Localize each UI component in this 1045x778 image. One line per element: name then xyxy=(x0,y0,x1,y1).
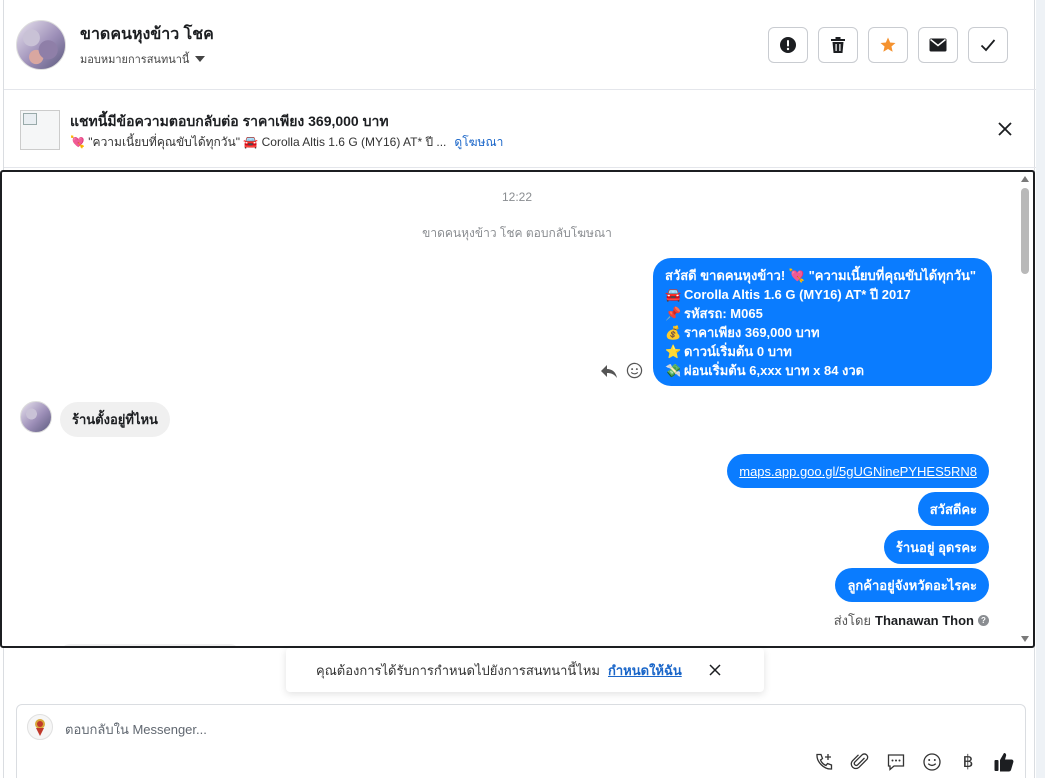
scroll-down-arrow-icon[interactable] xyxy=(1021,636,1029,642)
chat-transcript[interactable]: 12:22 ขาดคนหุงข้าว โชค ตอบกลับโฆษณา สวัส… xyxy=(0,170,1035,648)
outgoing-message-link[interactable]: maps.app.goo.gl/5gUGNinePYHES5RN8 xyxy=(727,454,989,488)
mark-done-button[interactable] xyxy=(968,27,1008,63)
message-actions xyxy=(600,362,643,379)
contact-avatar[interactable] xyxy=(16,20,66,70)
scroll-up-arrow-icon[interactable] xyxy=(1021,176,1029,182)
star-icon xyxy=(880,37,896,52)
help-icon[interactable]: ? xyxy=(978,615,989,626)
message-composer: ฿ xyxy=(16,704,1026,778)
message-line: สวัสดี ขาดคนหุงข้าว! 💘 "ความเนี้ยบที่คุณ… xyxy=(665,268,977,283)
saved-reply-icon xyxy=(887,754,905,771)
view-ad-link[interactable]: ดูโฆษณา xyxy=(454,133,503,152)
envelope-icon xyxy=(929,38,947,52)
message-line: 🚘 Corolla Altis 1.6 G (MY16) AT* ปี 2017 xyxy=(665,287,911,302)
trash-icon xyxy=(831,37,845,53)
contact-name[interactable]: ขาดคนหุงข้าว โชค xyxy=(80,22,214,47)
assign-dropdown[interactable]: มอบหมายการสนทนานี้ xyxy=(80,50,206,68)
outgoing-message[interactable]: ร้านอยู่ อุดรคะ xyxy=(883,530,989,564)
ad-subtitle-row: 💘 "ความเนี้ยบที่คุณขับได้ทุกวัน" 🚘 Corol… xyxy=(70,133,503,152)
close-ad-button[interactable] xyxy=(996,120,1014,138)
reply-icon[interactable] xyxy=(600,363,618,379)
message-line: ⭐ ดาวน์เริ่มต้น 0 บาท xyxy=(665,344,792,359)
ad-banner: แชทนี้มีข้อความตอบกลับต่อ ราคาเพียง 369,… xyxy=(4,90,1036,168)
star-button[interactable] xyxy=(868,27,908,63)
assign-prompt: คุณต้องการได้รับการกำหนดไปยังการสนทนานี้… xyxy=(286,648,764,692)
message-line: 📌 รหัสรถ: M065 xyxy=(665,306,763,321)
saved-reply-button[interactable] xyxy=(885,751,907,773)
reply-input[interactable] xyxy=(65,720,765,738)
sender-avatar xyxy=(20,401,52,433)
ad-subtitle: 💘 "ความเนี้ยบที่คุณขับได้ทุกวัน" 🚘 Corol… xyxy=(70,135,447,149)
assign-to-me-link[interactable]: กำหนดให้ฉัน xyxy=(608,660,682,681)
react-emoji-icon[interactable] xyxy=(626,362,643,379)
conversation-header: ขาดคนหุงข้าว โชค มอบหมายการสนทนานี้ xyxy=(4,0,1036,90)
assign-prompt-text: คุณต้องการได้รับการกำหนดไปยังการสนทนานี้… xyxy=(316,662,600,678)
message-timestamp: 12:22 xyxy=(501,190,533,204)
baht-icon: ฿ xyxy=(962,752,974,771)
close-icon xyxy=(709,664,721,676)
message-line: 💸 ผ่อนเริ่มต้น 6,xxx บาท x 84 งวด xyxy=(665,363,865,378)
message-line: 💰 ราคาเพียง 369,000 บาท xyxy=(665,325,820,340)
system-message: ขาดคนหุงข้าว โชค ตอบกลับโฆษณา xyxy=(422,226,612,240)
call-add-button[interactable] xyxy=(813,751,835,773)
header-actions xyxy=(768,27,1008,63)
scroll-thumb[interactable] xyxy=(1021,188,1029,274)
page-logo-icon xyxy=(35,719,45,736)
composer-tools: ฿ xyxy=(813,751,1015,773)
thumbs-up-icon xyxy=(994,753,1014,772)
page-avatar xyxy=(27,714,53,740)
emoji-button[interactable] xyxy=(921,751,943,773)
check-icon xyxy=(980,39,996,52)
attach-icon xyxy=(850,753,869,770)
outgoing-message[interactable]: สวัสดีคะ xyxy=(917,492,989,526)
sent-by-label: ส่งโดย Thanawan Thon ? xyxy=(834,610,989,631)
incoming-message[interactable]: ร้านตั้งอยู่ที่ไหน xyxy=(60,402,170,437)
close-icon xyxy=(998,122,1012,136)
alert-icon xyxy=(780,37,796,53)
incoming-message-partial xyxy=(60,644,240,646)
outgoing-message[interactable]: ลูกค้าอยู่จังหวัดอะไรคะ xyxy=(835,568,989,602)
like-button[interactable] xyxy=(993,751,1015,773)
emoji-icon xyxy=(923,753,941,771)
delete-button[interactable] xyxy=(818,27,858,63)
page-edge xyxy=(1036,0,1045,778)
alert-button[interactable] xyxy=(768,27,808,63)
attach-button[interactable] xyxy=(849,751,871,773)
chat-scrollbar[interactable] xyxy=(1019,172,1031,646)
call-add-icon xyxy=(816,753,833,770)
mark-unread-button[interactable] xyxy=(918,27,958,63)
caret-down-icon xyxy=(195,56,206,62)
ad-reply-message[interactable]: สวัสดี ขาดคนหุงข้าว! 💘 "ความเนี้ยบที่คุณ… xyxy=(653,258,992,386)
dismiss-prompt-button[interactable] xyxy=(708,663,722,677)
assign-label: มอบหมายการสนทนานี้ xyxy=(80,54,190,66)
ad-thumbnail[interactable] xyxy=(20,110,60,150)
payment-button[interactable]: ฿ xyxy=(957,751,979,773)
ad-title: แชทนี้มีข้อความตอบกลับต่อ ราคาเพียง 369,… xyxy=(70,113,389,129)
